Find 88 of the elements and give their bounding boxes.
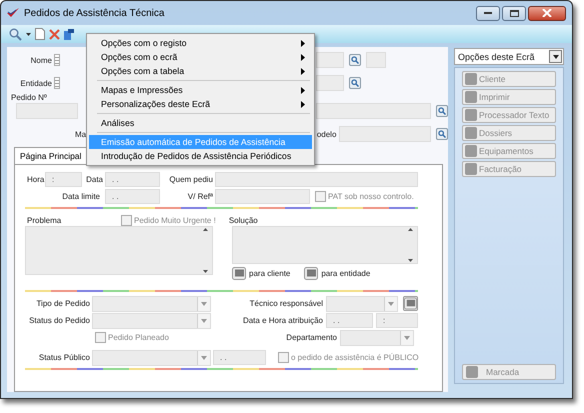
- menu-item[interactable]: Mapas e Impressões: [89, 83, 312, 97]
- field-label: Data: [85, 175, 103, 184]
- field-label: Nome: [30, 56, 52, 64]
- input-field[interactable]: [366, 52, 386, 68]
- search-button[interactable]: [436, 105, 448, 117]
- combo-box[interactable]: [92, 350, 211, 366]
- checkbox[interactable]: [278, 352, 289, 363]
- field-label: Data e Hora atribuição: [242, 316, 323, 325]
- input-field[interactable]: [215, 172, 418, 187]
- caret-icon: [404, 336, 410, 340]
- checkmark-icon: [7, 8, 19, 18]
- field-label: Departamento: [285, 333, 337, 342]
- caret-icon: [201, 302, 207, 306]
- input-field[interactable]: [215, 189, 310, 204]
- options-dropdown[interactable]: Opções deste Ecrã: [454, 48, 564, 65]
- input-field[interactable]: [316, 52, 344, 68]
- field-label: Problema: [27, 216, 62, 224]
- search-icon[interactable]: [9, 28, 22, 40]
- search-button[interactable]: [349, 77, 361, 89]
- checkbox-label: Pedido Planeado: [108, 333, 169, 342]
- note-button[interactable]: para cliente: [232, 267, 290, 280]
- checkbox-label: o pedido de assistência é PÚBLICO: [291, 353, 419, 362]
- caret-icon[interactable]: [26, 32, 31, 36]
- combo-box[interactable]: [326, 296, 398, 312]
- list-icon: [54, 54, 60, 66]
- note-button[interactable]: [403, 296, 418, 311]
- scroll-up-icon[interactable]: [202, 228, 208, 231]
- date-field[interactable]: . .: [213, 350, 266, 365]
- menu-item[interactable]: Introdução de Pedidos de Assistência Periódicos: [89, 149, 312, 163]
- checkbox-label: PAT sob nosso controlo.: [328, 192, 414, 201]
- note-icon: [304, 267, 318, 280]
- note-icon: [404, 297, 417, 310]
- field-label: Tipo de Pedido: [35, 299, 90, 308]
- field-label: Pedido Nº: [11, 93, 47, 102]
- field-label: Quem pediu: [168, 175, 213, 184]
- scroll-down-icon[interactable]: [202, 270, 208, 273]
- time-field[interactable]: :: [376, 313, 418, 328]
- field-label: Ma: [75, 130, 87, 138]
- menu-item[interactable]: Opções com o ecrã: [89, 50, 312, 64]
- menu-item[interactable]: Personalizações deste Ecrã: [89, 97, 312, 111]
- input-field[interactable]: [339, 126, 432, 142]
- delete-icon[interactable]: [49, 28, 60, 40]
- combo-box[interactable]: [92, 296, 211, 312]
- caret-icon: [201, 318, 207, 322]
- search-button[interactable]: [436, 128, 448, 140]
- maximize-button[interactable]: [502, 6, 526, 20]
- caret-icon: [388, 302, 394, 306]
- menu-item[interactable]: Análises: [89, 116, 312, 130]
- field-label: Solução: [228, 216, 258, 224]
- tab[interactable]: Página Principal: [14, 147, 88, 164]
- input-field[interactable]: [16, 103, 78, 119]
- caret-icon: [552, 54, 558, 58]
- scroll-up-icon[interactable]: [408, 228, 412, 231]
- form-icon[interactable]: [64, 28, 74, 40]
- note-icon: [232, 267, 246, 280]
- field-label: Data limite: [61, 192, 100, 201]
- combo-box[interactable]: [340, 330, 414, 346]
- field-label: odelo: [316, 130, 338, 138]
- time-field[interactable]: :: [45, 172, 82, 187]
- field-label: Status Público: [38, 353, 90, 362]
- caret-icon: [201, 356, 207, 360]
- field-label: Entidade: [19, 78, 52, 88]
- minimize-icon: [484, 12, 492, 14]
- input-field[interactable]: [316, 75, 344, 91]
- checkbox[interactable]: [315, 191, 326, 202]
- date-field[interactable]: . .: [105, 189, 160, 204]
- maximize-icon: [510, 10, 518, 16]
- search-button[interactable]: [349, 54, 361, 66]
- checkbox-label: Pedido Muito Urgente !: [134, 216, 216, 224]
- scroll-down-icon[interactable]: [408, 259, 412, 262]
- input-field[interactable]: [316, 103, 432, 119]
- checkbox[interactable]: [95, 332, 106, 343]
- window-title: Pedidos de Assistência Técnica: [24, 8, 164, 18]
- field-label: Técnico responsável: [248, 299, 323, 308]
- menu-item[interactable]: Opções com a tabela: [89, 64, 312, 78]
- field-label: Hora: [27, 175, 44, 184]
- minimize-button[interactable]: [476, 6, 500, 20]
- field-label: Status do Pedido: [28, 316, 90, 325]
- note-button[interactable]: para entidade: [304, 267, 370, 280]
- close-button[interactable]: [528, 6, 566, 20]
- date-field[interactable]: . .: [105, 172, 160, 187]
- menu-item[interactable]: Opções com o registo: [89, 36, 312, 50]
- date-field[interactable]: . .: [326, 313, 373, 328]
- field-label: V/ Refª: [186, 192, 213, 201]
- combo-box[interactable]: [92, 312, 211, 328]
- close-icon: [542, 9, 552, 17]
- checkbox[interactable]: [121, 214, 132, 226]
- list-icon: [54, 77, 60, 89]
